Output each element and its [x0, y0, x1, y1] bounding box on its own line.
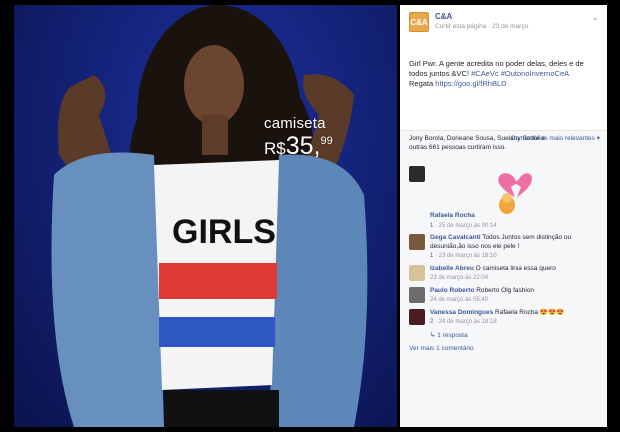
likes-summary: Jony Borola, Dorieane Sousa, Suelany Sod… [400, 130, 607, 162]
price-currency: R$ [264, 139, 286, 158]
model-illustration: GIRLS [51, 5, 368, 427]
comment-time: 24 de março às 05:40 [430, 297, 489, 303]
post-header: C&A C&A Curtir esta página · 23 de março… [400, 5, 607, 45]
comment-time: · 25 de março às 00:14 [435, 222, 497, 229]
shirt-text: GIRLS [172, 213, 276, 251]
like-count[interactable]: 1 [430, 223, 433, 229]
comment-item: Paulo Roberto Roberto Olg fashion 24 de … [400, 286, 607, 305]
comment-author[interactable]: Vanessa Domingues [430, 309, 493, 316]
comment-time: · 24 de março às 18:18 [435, 319, 497, 325]
view-replies-link[interactable]: ↳ 1 resposta [400, 331, 607, 339]
likes-others[interactable]: outras 661 pessoas curtiram isso. [409, 143, 598, 152]
price-integer: 35, [285, 132, 321, 160]
comment-time: 23 de março às 22:04 [430, 275, 489, 281]
post-meta: Curtir esta página · 23 de março · [435, 23, 533, 30]
page-logo[interactable]: C&A [409, 12, 429, 32]
caption-hashtags[interactable]: #CAeVc #OutonoInvernoCeA [471, 69, 569, 78]
avatar[interactable] [409, 286, 425, 303]
comments-list: Rafaela Rocha 1 · 25 de março às 00:14 G… [400, 162, 607, 427]
price-overlay: camiseta R$35,99 [264, 115, 333, 161]
broken-heart-sticker [497, 173, 532, 214]
like-count[interactable]: 2 [430, 319, 433, 325]
like-count[interactable]: 1 [430, 253, 433, 259]
avatar[interactable] [409, 234, 425, 250]
comment-text: O camiseta linia essa quero [475, 264, 556, 272]
price-label: camiseta [264, 115, 326, 132]
chevron-down-icon[interactable]: ⌄ [591, 12, 599, 45]
post-caption: Girl Pwr. A gente acredita no poder dela… [400, 45, 607, 130]
comment-sort-dropdown[interactable]: Comentários mais relevantes ▾ [511, 134, 600, 143]
avatar[interactable] [409, 264, 425, 281]
comment-item: Vanessa Domingues Rafaela Rocha 😍😍😍 2 · … [400, 308, 607, 327]
price-decimal: 99 [320, 135, 333, 147]
avatar[interactable] [409, 166, 425, 182]
caption-line3: Regata [409, 79, 436, 88]
comment-author[interactable]: Izabelle Abreu [430, 265, 474, 272]
avatar[interactable] [409, 308, 425, 325]
post-photo[interactable]: GIRLS camiseta R$35,99 [14, 5, 397, 427]
caption-link[interactable]: https://goo.gl/fRhBLD [435, 79, 506, 88]
comment-author[interactable]: Rafaela Rocha [430, 212, 475, 219]
comment-text: Rafaela Rocha 😍😍😍 [495, 308, 565, 316]
comment-text: Roberto Olg fashion [476, 286, 535, 294]
comment-author[interactable]: Paulo Roberto [430, 287, 474, 294]
comment-author[interactable]: Gega Cavalcanti [430, 234, 481, 241]
post-sidebar: C&A C&A Curtir esta página · 23 de março… [400, 5, 607, 427]
page-name-link[interactable]: C&A [435, 12, 591, 21]
photo-viewer: GIRLS camiseta R$35,99 C&A C&A Curtir es… [0, 0, 620, 432]
comment-time: · 23 de março às 18:10 [435, 253, 497, 259]
comment-item: Rafaela Rocha 1 · 25 de março às 00:14 [400, 166, 607, 230]
comment-item: Gega Cavalcanti Todos Juntos sem distinç… [400, 234, 607, 261]
view-more-comments-link[interactable]: Ver mais 1 comentário [400, 345, 607, 352]
comment-item: Izabelle Abreu O camiseta linia essa que… [400, 264, 607, 283]
